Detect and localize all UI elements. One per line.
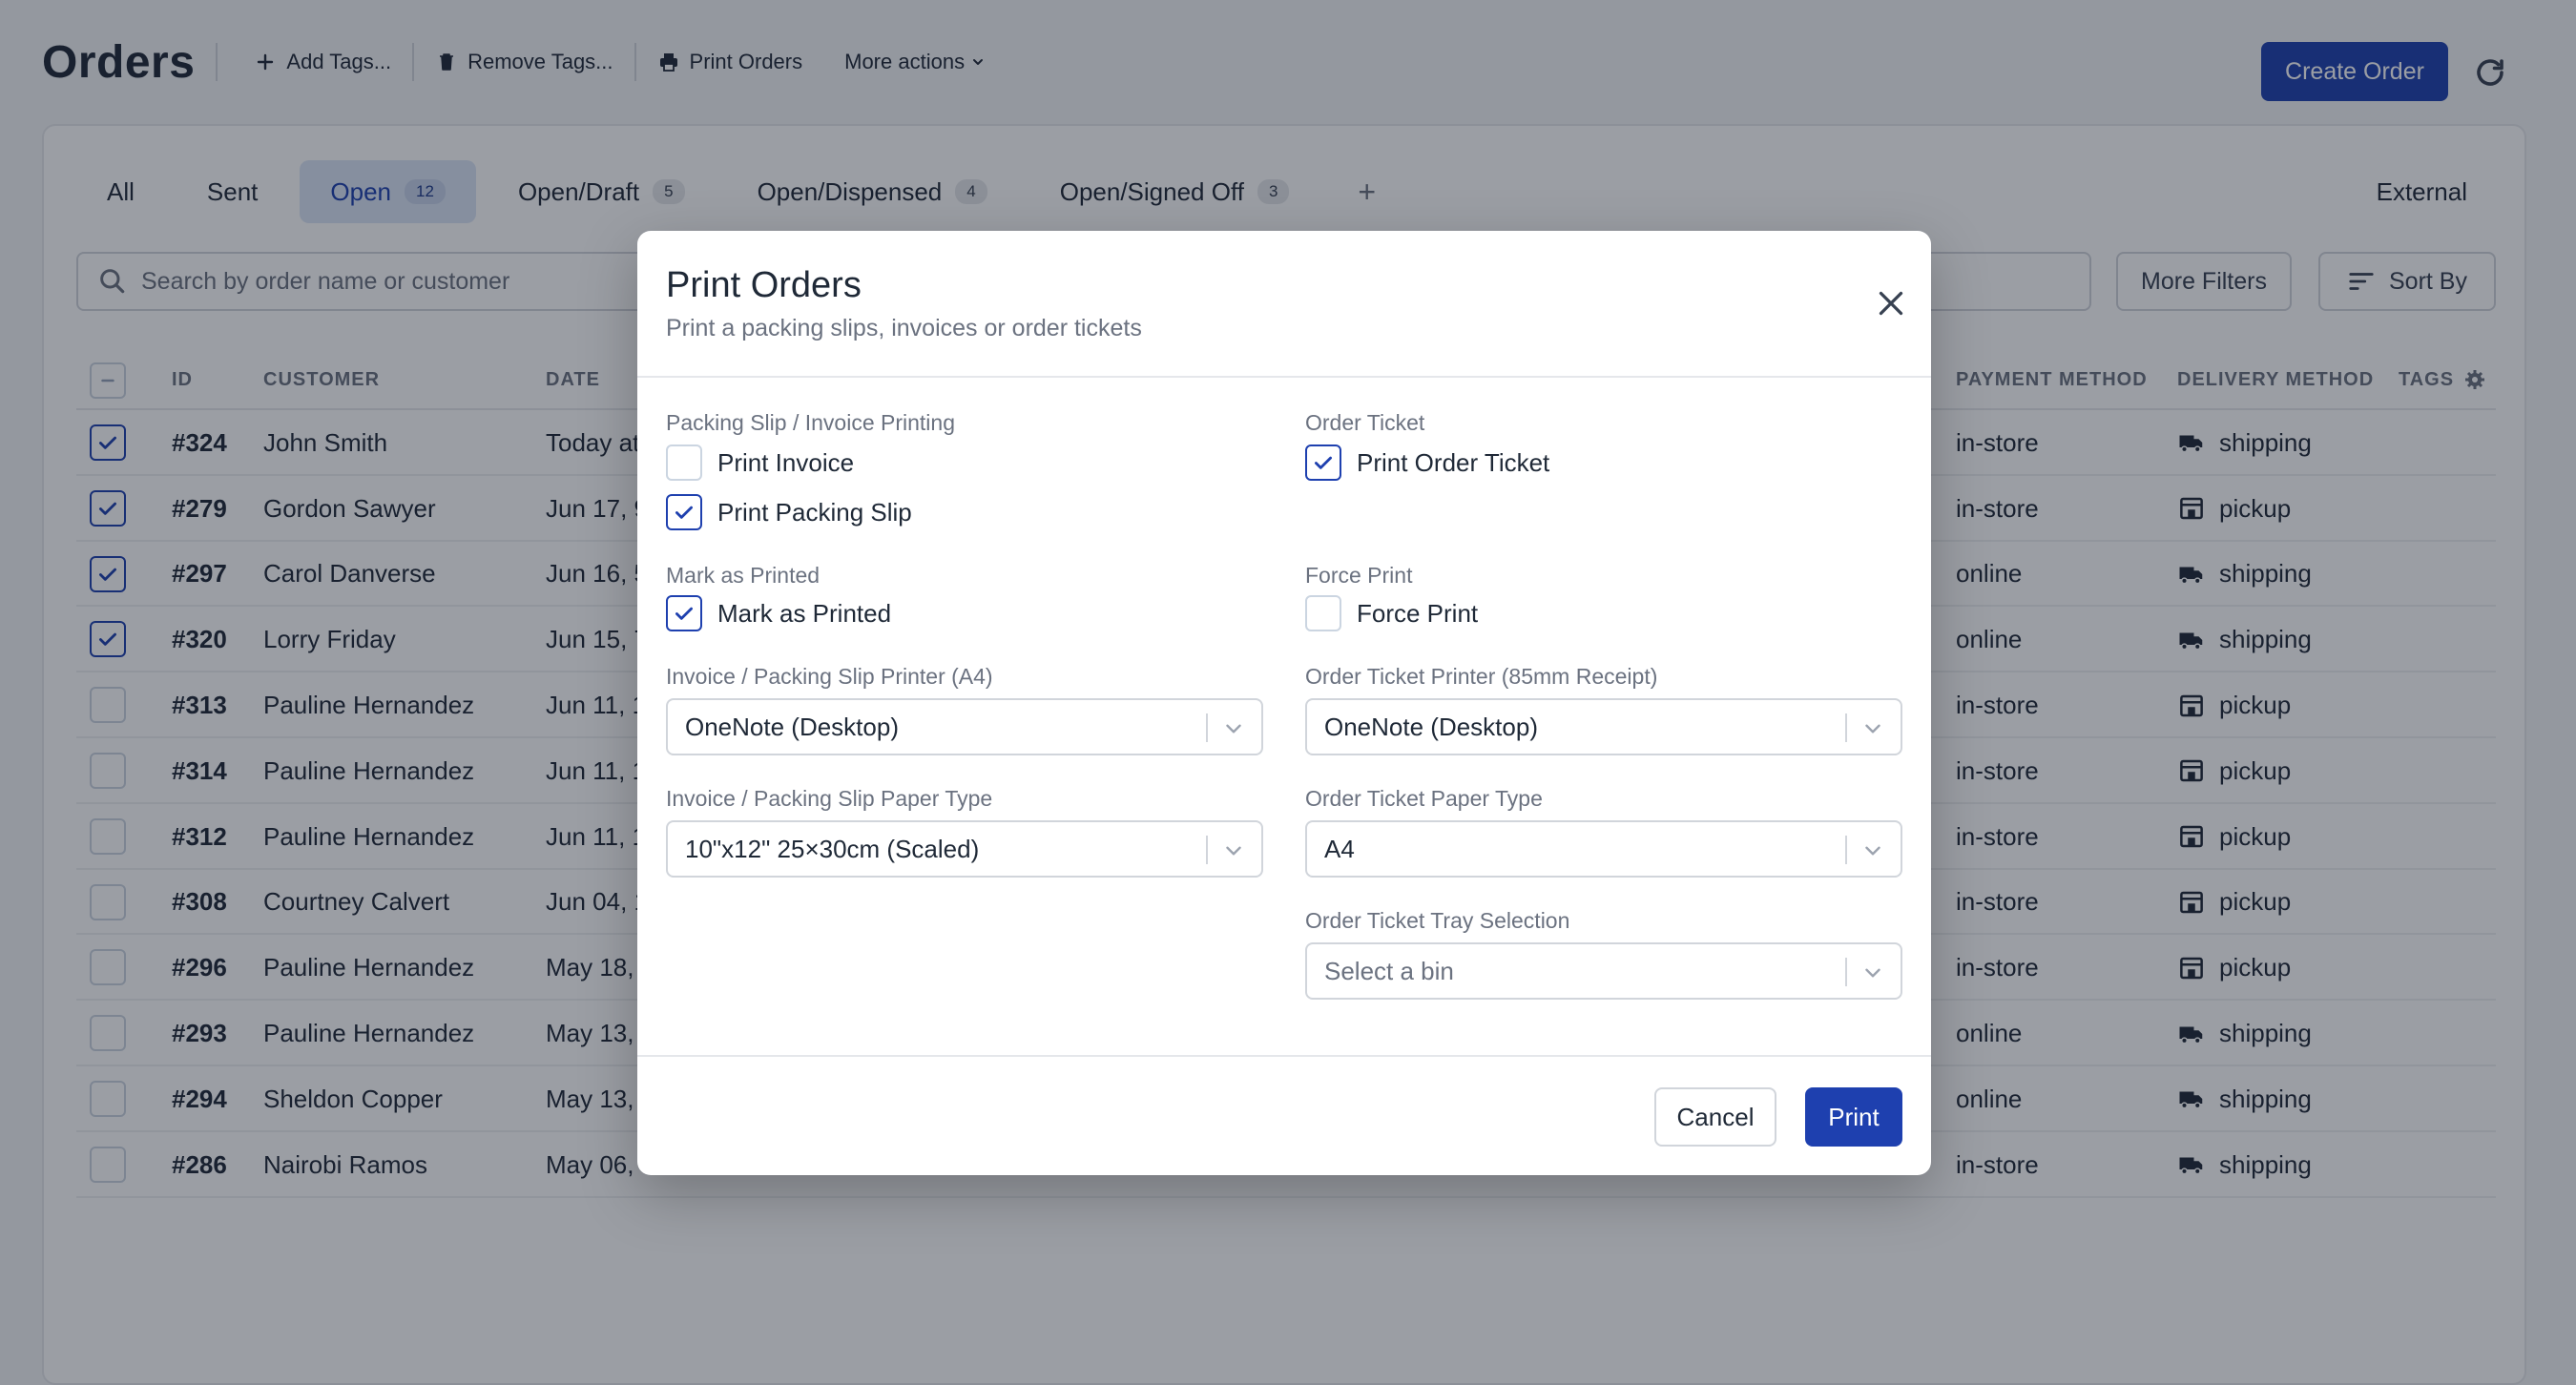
invoice-printer-label: Invoice / Packing Slip Printer (A4) [666,664,993,689]
print-order-ticket-label: Print Order Ticket [1357,447,1550,477]
check-icon [675,607,693,620]
chevron-down-icon [1226,846,1241,856]
force-print-section-label: Force Print [1305,563,1413,588]
print-button[interactable]: Print [1805,1087,1902,1147]
checkbox-box[interactable] [1305,444,1341,481]
mark-as-printed-label: Mark as Printed [717,598,892,628]
select-value: OneNote (Desktop) [1324,712,1538,741]
ticket-paper-select[interactable]: A4 [1305,820,1902,878]
tray-selection-select[interactable]: Select a bin [1305,942,1902,1000]
order-ticket-section-label: Order Ticket [1305,410,1425,435]
checkbox-box[interactable] [666,595,702,631]
print-invoice-checkbox[interactable]: Print Invoice [666,444,854,481]
checkbox-box[interactable] [666,494,702,530]
chevron-down-icon [1865,846,1880,856]
force-print-label: Force Print [1357,598,1479,628]
print-packing-slip-checkbox[interactable]: Print Packing Slip [666,494,912,530]
checkbox-box[interactable] [1305,595,1341,631]
dialog-title: Print Orders [666,265,862,305]
checkbox-box[interactable] [666,444,702,481]
print-packing-slip-label: Print Packing Slip [717,497,912,527]
select-divider [1845,713,1847,742]
print-order-ticket-checkbox[interactable]: Print Order Ticket [1305,444,1549,481]
ticket-printer-select[interactable]: OneNote (Desktop) [1305,698,1902,755]
mark-as-printed-checkbox[interactable]: Mark as Printed [666,595,891,631]
ticket-printer-label: Order Ticket Printer (85mm Receipt) [1305,664,1658,689]
invoice-paper-label: Invoice / Packing Slip Paper Type [666,786,993,811]
tray-selection-label: Order Ticket Tray Selection [1305,908,1570,933]
cancel-button[interactable]: Cancel [1654,1087,1776,1147]
dialog-divider [637,376,1931,378]
select-value: OneNote (Desktop) [685,712,899,741]
select-divider [1206,713,1208,742]
check-icon [1315,456,1332,469]
invoice-printer-select[interactable]: OneNote (Desktop) [666,698,1263,755]
select-placeholder: Select a bin [1324,956,1454,985]
chevron-down-icon [1226,724,1241,734]
chevron-down-icon [1865,724,1880,734]
select-divider [1845,958,1847,986]
select-divider [1845,836,1847,864]
print-orders-dialog: Print Orders Print a packing slips, invo… [637,231,1931,1175]
chevron-down-icon [1865,968,1880,978]
mark-printed-section-label: Mark as Printed [666,563,821,588]
select-value: A4 [1324,834,1355,863]
print-invoice-label: Print Invoice [717,447,855,477]
ticket-paper-label: Order Ticket Paper Type [1305,786,1543,811]
packing-slip-section-label: Packing Slip / Invoice Printing [666,410,955,435]
select-value: 10"x12" 25×30cm (Scaled) [685,834,980,863]
check-icon [675,506,693,519]
select-divider [1206,836,1208,864]
dialog-footer-divider [637,1055,1931,1057]
close-icon[interactable] [1874,286,1908,320]
invoice-paper-select[interactable]: 10"x12" 25×30cm (Scaled) [666,820,1263,878]
force-print-checkbox[interactable]: Force Print [1305,595,1478,631]
dialog-subtitle: Print a packing slips, invoices or order… [666,315,1142,341]
